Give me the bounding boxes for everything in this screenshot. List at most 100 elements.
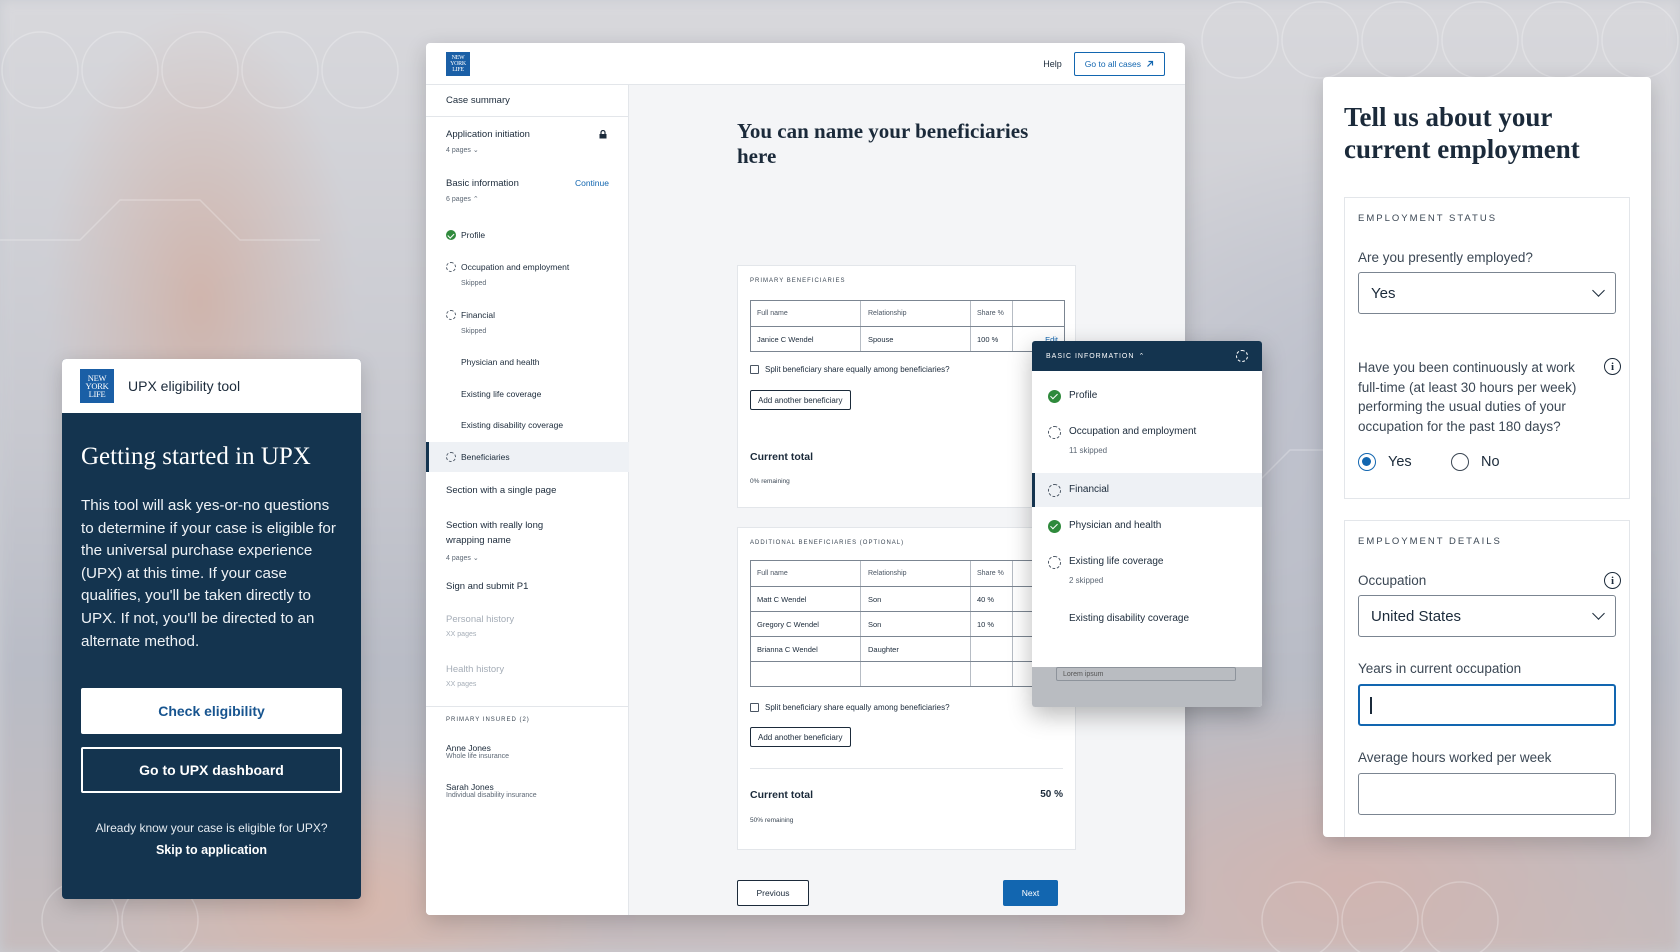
step-status: Skipped xyxy=(461,280,487,287)
upx-dashboard-button[interactable]: Go to UPX dashboard xyxy=(81,747,342,794)
sidebar-step-disability-coverage[interactable]: Existing disability coverage xyxy=(426,420,563,430)
ghost-field: Lorem ipsum xyxy=(1056,667,1236,681)
progress-ring-icon xyxy=(1236,350,1248,362)
case-summary-label: Case summary xyxy=(446,95,510,106)
primary-beneficiaries-table: Full name Relationship Share % Janice C We… xyxy=(750,300,1065,352)
table-row: Gregory C Wendel Son 10 % xyxy=(751,611,1064,636)
table-row: Matt C WendelSon40 %8 sk xyxy=(751,586,1064,611)
select-value: United States xyxy=(1371,607,1462,625)
occupation-select[interactable]: United States xyxy=(1358,595,1616,637)
in-progress-circle-icon xyxy=(446,452,456,462)
occupation-label: Occupation xyxy=(1358,573,1427,588)
split-share-checkbox[interactable]: Split beneficiary share equally among be… xyxy=(750,365,950,374)
upx-title: Getting started in UPX xyxy=(81,443,311,470)
popover-item-disability-coverage[interactable]: Existing disability coverage xyxy=(1032,613,1262,624)
sidebar-item-sign-submit[interactable]: Sign and submit P1 xyxy=(426,581,548,592)
insured-anne-jones[interactable]: Anne Jones Whole life insurance xyxy=(426,743,529,760)
check-circle-icon xyxy=(1048,390,1061,403)
check-circle-icon xyxy=(446,230,456,240)
add-beneficiary-button[interactable]: Add another beneficiary xyxy=(750,390,851,410)
table-header: Full name Relationship Share % xyxy=(751,561,1064,586)
section-label: ADDITIONAL BENEFICIARIES (OPTIONAL) xyxy=(750,540,905,546)
section-pages: 4 pages ⌄ xyxy=(446,147,479,154)
current-total-label: Current total xyxy=(750,789,813,801)
new-york-life-logo: NEW YORK LIFE xyxy=(80,369,114,403)
sidebar-step-occupation[interactable]: Occupation and employment Skipped xyxy=(426,262,569,287)
current-total-value: 50 % xyxy=(1040,789,1063,800)
next-button[interactable]: Next xyxy=(1003,880,1058,906)
employed-select[interactable]: Yes xyxy=(1358,272,1616,314)
popover-item-profile[interactable]: Profile xyxy=(1032,390,1262,403)
radio-selected-icon xyxy=(1358,453,1376,471)
section-label: Basic information xyxy=(446,178,519,189)
sidebar-step-beneficiaries[interactable]: Beneficiaries xyxy=(426,452,510,462)
primary-beneficiaries-panel: PRIMARY BENEFICIARIES Full name Relations… xyxy=(737,265,1076,508)
insured-sarah-jones[interactable]: Sarah Jones Individual disability insura… xyxy=(426,782,557,799)
skipped-circle-icon xyxy=(1048,556,1061,569)
case-sidebar: Case summary Application initiation 4 pa… xyxy=(426,85,629,915)
external-arrow-icon xyxy=(1147,60,1154,67)
radio-no[interactable]: No xyxy=(1451,453,1500,471)
current-total-label: Current total xyxy=(750,451,813,463)
add-beneficiary-button[interactable]: Add another beneficiary xyxy=(750,727,851,747)
chevron-down-icon xyxy=(1592,284,1605,297)
split-share-checkbox[interactable]: Split beneficiary share equally among be… xyxy=(750,703,950,712)
previous-button[interactable]: Previous xyxy=(737,880,809,906)
fulltime-question: Have you been continuously at work full-… xyxy=(1358,360,1577,434)
popover-item-life-coverage[interactable]: Existing life coverage 2 skipped xyxy=(1032,556,1262,585)
table-row: Brianna C WendelDaughter1 sk xyxy=(751,636,1064,661)
sidebar-step-profile[interactable]: Profile xyxy=(426,230,485,240)
popover-title: BASIC INFORMATION xyxy=(1046,352,1135,360)
info-icon[interactable]: i xyxy=(1604,572,1621,589)
sidebar-item-application-initiation[interactable]: Application initiation 4 pages ⌄ xyxy=(426,129,629,154)
chevron-down-icon xyxy=(1592,607,1605,620)
sidebar-step-physician[interactable]: Physician and health xyxy=(426,357,539,367)
employment-title: Tell us about your current employment xyxy=(1344,102,1580,164)
skip-to-application-link[interactable]: Skip to application xyxy=(81,843,342,857)
popover-item-financial[interactable]: Financial xyxy=(1032,484,1262,497)
in-progress-circle-icon xyxy=(1048,484,1061,497)
skipped-circle-icon xyxy=(446,310,456,320)
popover-item-physician[interactable]: Physician and health xyxy=(1032,520,1262,533)
remaining-text: 0% remaining xyxy=(750,478,790,485)
lock-icon xyxy=(599,130,607,139)
radio-unselected-icon xyxy=(1451,453,1469,471)
radio-yes[interactable]: Yes xyxy=(1358,453,1412,471)
all-cases-button[interactable]: Go to all cases xyxy=(1073,51,1165,76)
sidebar-step-life-coverage[interactable]: Existing life coverage xyxy=(426,389,541,399)
primary-insured-header: PRIMARY INSURED (2) xyxy=(446,717,530,723)
check-eligibility-button[interactable]: Check eligibility xyxy=(81,688,342,735)
section-label: PRIMARY BENEFICIARIES xyxy=(750,278,846,284)
new-york-life-logo[interactable]: NEW YORK LIFE xyxy=(446,51,470,76)
already-eligible-note: Already know your case is eligible for U… xyxy=(95,821,328,836)
help-link[interactable]: Help xyxy=(1043,59,1062,69)
continue-link[interactable]: Continue xyxy=(575,178,609,188)
hours-label: Average hours worked per week xyxy=(1358,750,1552,765)
sidebar-item-case-summary[interactable]: Case summary xyxy=(426,95,530,106)
additional-beneficiaries-table: Full name Relationship Share % Matt C Wend… xyxy=(750,560,1065,687)
sidebar-step-financial[interactable]: Financial Skipped xyxy=(426,310,495,335)
chevron-down-icon: ⌄ xyxy=(472,147,479,154)
years-input[interactable] xyxy=(1358,684,1616,726)
table-row: 14 sk xyxy=(751,661,1064,686)
sidebar-item-single-page[interactable]: Section with a single page xyxy=(426,485,576,496)
sidebar-item-basic-information[interactable]: Basic information Continue 6 pages ⌃ xyxy=(426,178,629,203)
step-status: Skipped xyxy=(461,328,487,335)
remaining-text: 50% remaining xyxy=(750,817,794,824)
upx-card-header: NEW YORK LIFE UPX eligibility tool xyxy=(62,359,361,413)
popover-header[interactable]: BASIC INFORMATION ⌃ xyxy=(1032,341,1262,371)
upx-eligibility-card: NEW YORK LIFE UPX eligibility tool Getting… xyxy=(62,359,361,899)
app-header: NEW YORK LIFE Help Go to all cases xyxy=(426,43,1185,85)
sidebar-item-long-section[interactable]: Section with really long wrapping name 4… xyxy=(426,518,576,566)
popover-item-occupation[interactable]: Occupation and employment 11 skipped xyxy=(1032,426,1262,455)
section-pages: 6 pages ⌃ xyxy=(446,196,479,203)
popover-fade: Lorem ipsum xyxy=(1032,667,1262,707)
info-icon[interactable]: i xyxy=(1604,358,1621,375)
skipped-circle-icon xyxy=(446,262,456,272)
hours-input[interactable] xyxy=(1358,773,1616,815)
app-name: UPX eligibility tool xyxy=(128,378,241,394)
sidebar-item-health-history: Health history XX pages xyxy=(446,664,505,688)
upx-description: This tool will ask yes-or-no questions t… xyxy=(81,497,336,650)
table-header: Full name Relationship Share % xyxy=(751,301,1064,326)
chevron-up-icon: ⌃ xyxy=(472,196,479,203)
